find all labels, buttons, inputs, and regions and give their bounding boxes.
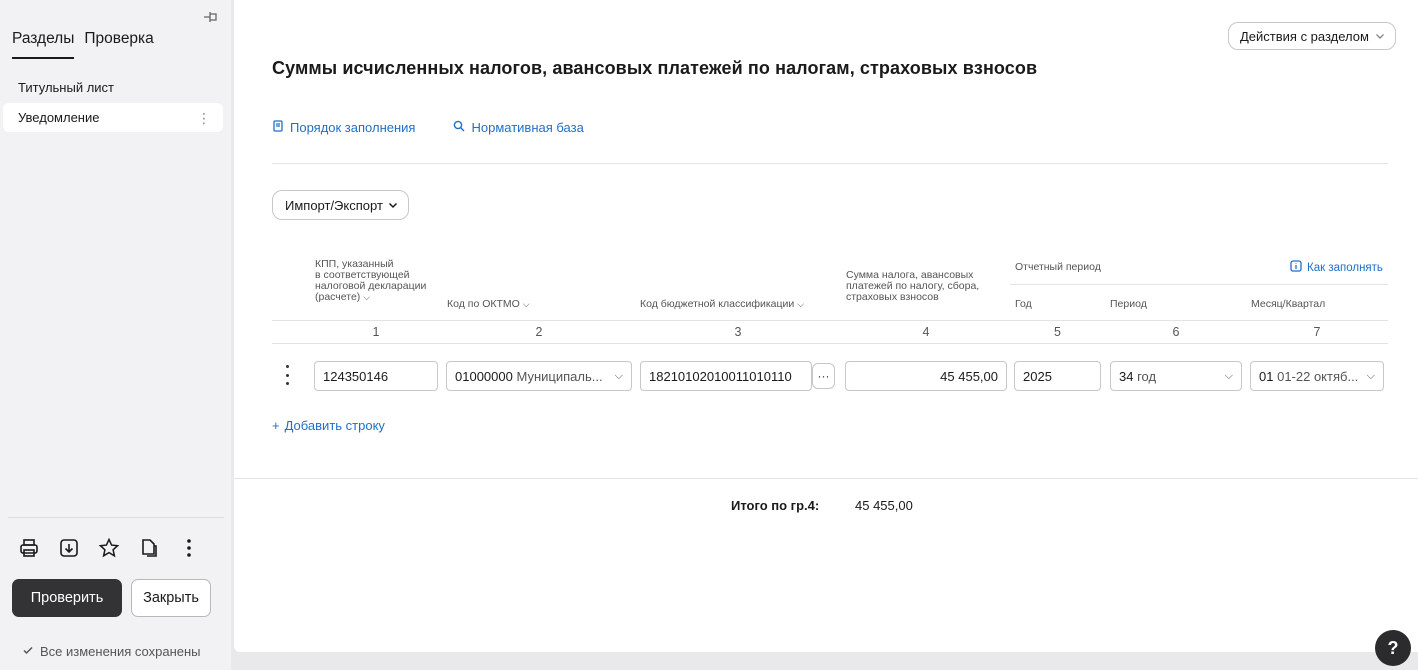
close-button[interactable]: Закрыть <box>131 579 211 617</box>
total-label: Итого по гр.4: <box>731 498 820 513</box>
how-to-fill-label: Как заполнять <box>1307 261 1383 274</box>
page-title: Суммы исчисленных налогов, авансовых пла… <box>272 58 1038 78</box>
save-status: Все изменения сохранены <box>22 644 201 659</box>
printer-icon[interactable] <box>17 536 41 560</box>
period-code: 34 <box>1119 368 1134 384</box>
more-vertical-icon[interactable]: ⋮ <box>197 111 211 125</box>
column-header-period: Период <box>1110 298 1147 310</box>
kbk-field[interactable]: 18210102010011010110 <box>640 361 812 391</box>
tab-check[interactable]: Проверка <box>84 30 153 48</box>
divider <box>8 517 224 518</box>
check-button[interactable]: Проверить <box>12 579 122 617</box>
how-to-fill-link[interactable]: Как заполнять <box>1290 260 1383 275</box>
column-number: 7 <box>1313 325 1321 339</box>
tab-sections[interactable]: Разделы <box>12 30 75 59</box>
divider <box>272 343 1388 344</box>
chevron-down-icon: ⌵ <box>363 292 371 302</box>
help-button[interactable]: ? <box>1375 630 1411 666</box>
oktmo-code: 01000000 <box>455 368 513 384</box>
main-panel: Действия с разделом Суммы исчисленных на… <box>234 0 1418 652</box>
sidebar-item-label: Титульный лист <box>18 80 115 95</box>
column-number: 3 <box>734 325 742 339</box>
sidebar-list: Титульный лист Уведомление ⋮ <box>3 73 223 133</box>
oktmo-name: Муниципаль... <box>516 368 603 384</box>
column-header-month-quarter: Месяц/Квартал <box>1251 298 1326 310</box>
regulatory-base-link[interactable]: Нормативная база <box>453 120 584 135</box>
divider <box>272 163 1388 164</box>
star-icon[interactable] <box>97 536 121 560</box>
add-row-label: Добавить строку <box>284 418 385 433</box>
sidebar-item-notification[interactable]: Уведомление ⋮ <box>3 103 223 132</box>
column-header-oktmo[interactable]: Код по ОКТМО ⌵ <box>447 299 530 310</box>
info-icon <box>1290 260 1302 275</box>
kpp-field[interactable]: 124350146 <box>314 361 438 391</box>
column-header-kbk[interactable]: Код бюджетной классификации ⌵ <box>640 299 804 310</box>
save-status-text: Все изменения сохранены <box>40 644 201 659</box>
chevron-down-icon: ⌵ <box>522 299 530 309</box>
divider <box>1010 284 1388 285</box>
year-field[interactable]: 2025 <box>1014 361 1101 391</box>
sidebar: Разделы Проверка Титульный лист Уведомле… <box>0 0 231 670</box>
column-number: 2 <box>535 325 543 339</box>
sidebar-item-label: Уведомление <box>18 110 100 125</box>
check-icon <box>22 644 34 659</box>
column-group-header-period: Отчетный период <box>1015 261 1101 273</box>
tax-sum-value: 45 455,00 <box>940 368 998 384</box>
month-code: 01 <box>1259 368 1274 384</box>
chevron-down-icon: ⌵ <box>797 299 805 309</box>
filling-order-link[interactable]: Порядок заполнения <box>272 120 415 135</box>
divider <box>272 320 1388 321</box>
plus-icon: + <box>272 418 280 433</box>
pin-icon[interactable] <box>202 8 220 26</box>
header-text: Код бюджетной классификации <box>640 298 795 310</box>
search-icon <box>453 120 465 135</box>
total-value: 45 455,00 <box>855 498 913 513</box>
regulatory-base-label: Нормативная база <box>471 120 584 135</box>
column-header-kpp[interactable]: КПП, указанный в соответствующей налогов… <box>315 259 426 303</box>
section-actions-button[interactable]: Действия с разделом <box>1228 22 1396 50</box>
header-line-text: (расчете) <box>315 291 361 303</box>
column-number: 6 <box>1172 325 1180 339</box>
chevron-down-icon: ⌵ <box>1366 369 1375 382</box>
kbk-more-button[interactable]: ··· <box>812 363 835 389</box>
import-export-label: Импорт/Экспорт <box>285 197 383 213</box>
header-line: (расчете) ⌵ <box>315 292 426 303</box>
month-name: 01-22 октяб... <box>1277 368 1359 384</box>
help-links: Порядок заполнения Нормативная база <box>272 120 584 135</box>
year-value: 2025 <box>1023 368 1052 384</box>
add-row-link[interactable]: + Добавить строку <box>272 418 385 433</box>
download-icon[interactable] <box>57 536 81 560</box>
chevron-down-icon: ⌵ <box>1224 369 1233 382</box>
column-number: 5 <box>1054 325 1061 339</box>
header-text: Код по ОКТМО <box>447 298 520 310</box>
copy-icon[interactable] <box>137 536 161 560</box>
section-actions-label: Действия с разделом <box>1240 28 1369 44</box>
column-number: 4 <box>922 325 930 339</box>
header-line: страховых взносов <box>846 291 939 303</box>
chevron-down-icon: ⌵ <box>614 369 623 382</box>
column-number: 1 <box>372 325 380 339</box>
chevron-down-icon <box>1375 29 1385 44</box>
row-menu-icon[interactable] <box>282 365 292 385</box>
filling-order-label: Порядок заполнения <box>290 120 416 135</box>
sidebar-toolbar <box>17 536 201 560</box>
import-export-button[interactable]: Импорт/Экспорт <box>272 190 409 220</box>
chevron-down-icon <box>388 198 398 213</box>
kpp-value: 124350146 <box>323 368 389 384</box>
more-horizontal-icon: ··· <box>817 369 830 383</box>
column-header-sum: Сумма налога, авансовых платежей по нало… <box>846 270 979 303</box>
book-icon <box>272 120 284 135</box>
tax-sum-field[interactable]: 45 455,00 <box>845 361 1007 391</box>
period-name: год <box>1137 368 1157 384</box>
sidebar-tabs: Разделы Проверка <box>12 30 154 59</box>
more-vertical-icon[interactable] <box>177 536 201 560</box>
oktmo-select[interactable]: 01000000 Муниципаль... ⌵ <box>446 361 632 391</box>
month-quarter-select[interactable]: 01 01-22 октяб... ⌵ <box>1250 361 1384 391</box>
period-select[interactable]: 34 год ⌵ <box>1110 361 1242 391</box>
sidebar-item-title-page[interactable]: Титульный лист <box>3 73 223 102</box>
column-header-year: Год <box>1015 298 1032 310</box>
divider <box>234 478 1418 479</box>
kbk-value: 18210102010011010110 <box>649 368 792 384</box>
